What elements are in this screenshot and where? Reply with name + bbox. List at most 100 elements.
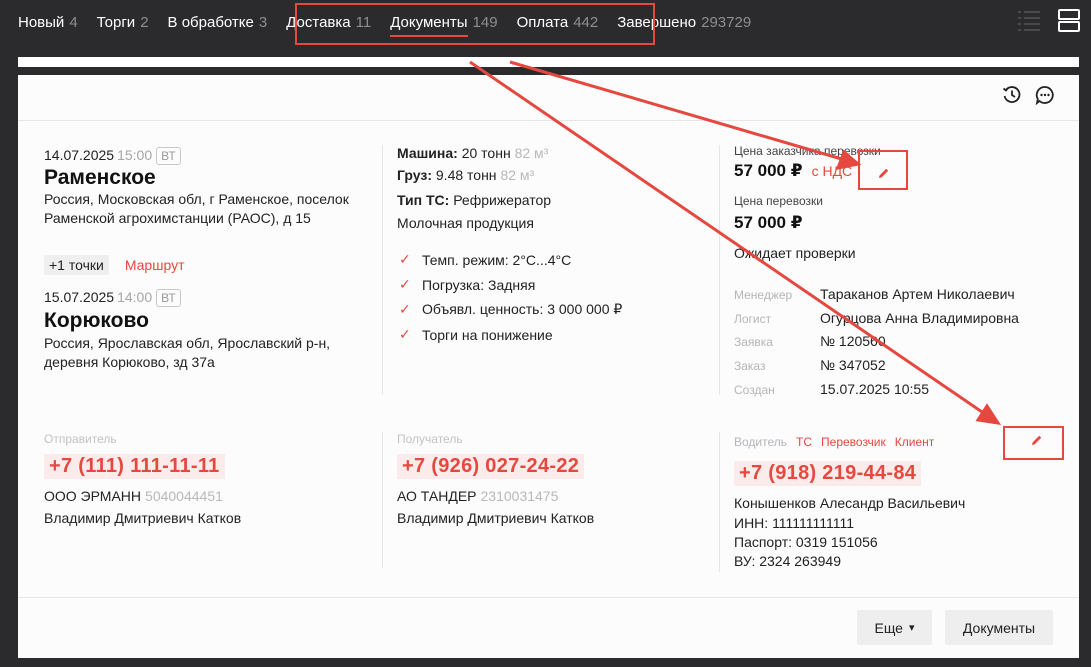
tab-documents[interactable]: Документы 149 bbox=[390, 0, 498, 44]
customer-price-row: 57 000 ₽ с НДС bbox=[734, 161, 852, 181]
tab-label: Торги bbox=[96, 13, 136, 31]
tab-new[interactable]: Новый 4 bbox=[18, 0, 78, 44]
cargo-check-item: ✓ Темп. режим: 2°C...4°C bbox=[399, 251, 571, 268]
extra-points-badge: +1 точки bbox=[44, 255, 109, 275]
tab-label: В обработке bbox=[167, 13, 254, 31]
tab-count: 293729 bbox=[701, 13, 752, 31]
order-card: 14.07.2025 15:00 ВТ Раменское Россия, Моск… bbox=[18, 75, 1079, 658]
tab-delivery[interactable]: Доставка 11 bbox=[286, 0, 371, 44]
card-footer-divider bbox=[18, 597, 1079, 598]
tab-label: Оплата bbox=[516, 13, 569, 31]
documents-button-label: Документы bbox=[962, 619, 1036, 636]
recipient-company: АО ТАНДЕР bbox=[397, 488, 477, 504]
check-icon: ✓ bbox=[399, 326, 411, 342]
cargo-check-item: ✓ Объявл. ценность: 3 000 000 ₽ bbox=[399, 301, 622, 318]
sender-company: ООО ЭРМАНН bbox=[44, 488, 142, 504]
tab-completed[interactable]: Завершено 293729 bbox=[617, 0, 751, 44]
cargo-check-item: ✓ Погрузка: Задняя bbox=[399, 276, 535, 293]
status-tabs: Новый 4 Торги 2 В обработке 3 Доставка 1… bbox=[0, 0, 1091, 44]
driver-label: Водитель bbox=[734, 435, 788, 449]
destination-tz-badge: ВТ bbox=[156, 289, 181, 307]
meta-label: Заказ bbox=[734, 359, 766, 373]
tab-processing[interactable]: В обработке 3 bbox=[168, 0, 268, 44]
check-icon: ✓ bbox=[399, 276, 411, 292]
goods-name: Молочная продукция bbox=[397, 215, 534, 231]
carrier-price: 57 000 ₽ bbox=[734, 213, 803, 232]
recipient-phone[interactable]: +7 (926) 027-24-22 bbox=[397, 454, 585, 479]
tab-count: 442 bbox=[573, 13, 599, 31]
route-link[interactable]: Маршрут bbox=[125, 257, 185, 273]
destination-time: 14:00 bbox=[117, 289, 153, 305]
tab-payment[interactable]: Оплата 442 bbox=[517, 0, 599, 44]
tab-count: 4 bbox=[69, 13, 78, 31]
meta-label: Заявка bbox=[734, 335, 773, 349]
driver-license: ВУ: 2324 263949 bbox=[734, 553, 841, 569]
meta-value-request: № 120560 bbox=[820, 333, 886, 349]
tab-label: Новый bbox=[18, 13, 65, 31]
machine-volume: 82 м³ bbox=[514, 145, 549, 161]
destination-date: 15.07.2025 bbox=[44, 289, 115, 305]
tab-label: Завершено bbox=[617, 13, 697, 31]
previous-card-edge bbox=[18, 57, 1079, 67]
column-divider bbox=[382, 432, 383, 568]
cargo-row: Груз: 9.48 тонн 82 м³ bbox=[397, 167, 534, 183]
origin-city: Раменское bbox=[44, 166, 156, 189]
tab-count: 3 bbox=[258, 13, 268, 31]
origin-address: Россия, Московская обл, г Раменское, пос… bbox=[44, 191, 349, 226]
sender-company-row: ООО ЭРМАНН 5040044451 bbox=[44, 488, 223, 504]
annotation-highlight-price-edit bbox=[858, 150, 908, 190]
view-switcher bbox=[1017, 7, 1081, 33]
driver-name: Конышенков Алесандр Васильевич bbox=[734, 495, 966, 511]
recipient-label: Получатель bbox=[397, 432, 463, 446]
machine-label: Машина: bbox=[397, 145, 458, 161]
sender-label: Отправитель bbox=[44, 432, 117, 446]
card-header-divider bbox=[18, 120, 1079, 121]
tab-count: 11 bbox=[355, 13, 372, 31]
machine-row: Машина: 20 тонн 82 м³ bbox=[397, 145, 548, 161]
column-divider bbox=[382, 145, 383, 395]
history-icon[interactable] bbox=[1002, 85, 1022, 105]
card-view-icon[interactable] bbox=[1057, 7, 1081, 33]
check-text: Темп. режим: 2°C...4°C bbox=[422, 251, 572, 268]
chat-icon[interactable] bbox=[1035, 85, 1055, 105]
recipient-inn: 2310031475 bbox=[480, 488, 559, 504]
route-extra-row: +1 точки Маршрут bbox=[44, 255, 185, 275]
customer-price: 57 000 ₽ bbox=[734, 161, 803, 180]
driver-phone[interactable]: +7 (918) 219-44-84 bbox=[734, 461, 922, 486]
check-text: Погрузка: Задняя bbox=[422, 276, 536, 293]
driver-link-carrier[interactable]: Перевозчик bbox=[821, 435, 886, 449]
check-icon: ✓ bbox=[399, 251, 411, 267]
annotation-highlight-driver-edit bbox=[1003, 426, 1064, 460]
meta-value-order: № 347052 bbox=[820, 357, 886, 373]
driver-tabs: Водитель ТС Перевозчик Клиент bbox=[734, 435, 934, 449]
tab-label: Доставка bbox=[286, 13, 351, 31]
order-status: Ожидает проверки bbox=[734, 245, 856, 261]
vehicle-type-label: Тип ТС: bbox=[397, 192, 450, 208]
sender-contact: Владимир Дмитриевич Катков bbox=[44, 510, 242, 526]
vehicle-type-row: Тип ТС: Рефрижератор bbox=[397, 192, 551, 208]
driver-link-vehicle[interactable]: ТС bbox=[796, 435, 812, 449]
origin-time: 15:00 bbox=[117, 147, 153, 163]
more-button-label: Еще bbox=[874, 619, 903, 636]
vehicle-type-value: Рефрижератор bbox=[453, 192, 552, 208]
column-divider bbox=[719, 145, 720, 395]
recipient-contact: Владимир Дмитриевич Катков bbox=[397, 510, 595, 526]
driver-inn: ИНН: 111111111111 bbox=[734, 515, 855, 531]
origin-date: 14.07.2025 bbox=[44, 147, 115, 163]
meta-value-manager: Тараканов Артем Николаевич bbox=[820, 286, 1015, 302]
more-button[interactable]: Еще ▾ bbox=[857, 610, 932, 645]
sender-inn: 5040044451 bbox=[145, 488, 223, 504]
documents-button[interactable]: Документы bbox=[945, 610, 1053, 645]
driver-link-client[interactable]: Клиент bbox=[895, 435, 935, 449]
meta-label: Создан bbox=[734, 383, 775, 397]
carrier-price-label: Цена перевозки bbox=[734, 194, 823, 208]
meta-label: Менеджер bbox=[734, 288, 793, 302]
sender-phone[interactable]: +7 (111) 111-11-11 bbox=[44, 454, 225, 479]
tab-auction[interactable]: Торги 2 bbox=[97, 0, 149, 44]
recipient-company-row: АО ТАНДЕР 2310031475 bbox=[397, 488, 558, 504]
list-view-icon[interactable] bbox=[1017, 7, 1041, 33]
vat-badge: с НДС bbox=[811, 163, 853, 179]
machine-value: 20 тонн bbox=[461, 145, 511, 161]
meta-value-created: 15.07.2025 10:55 bbox=[820, 381, 929, 397]
destination-date-row: 15.07.2025 14:00 ВТ bbox=[44, 289, 181, 307]
